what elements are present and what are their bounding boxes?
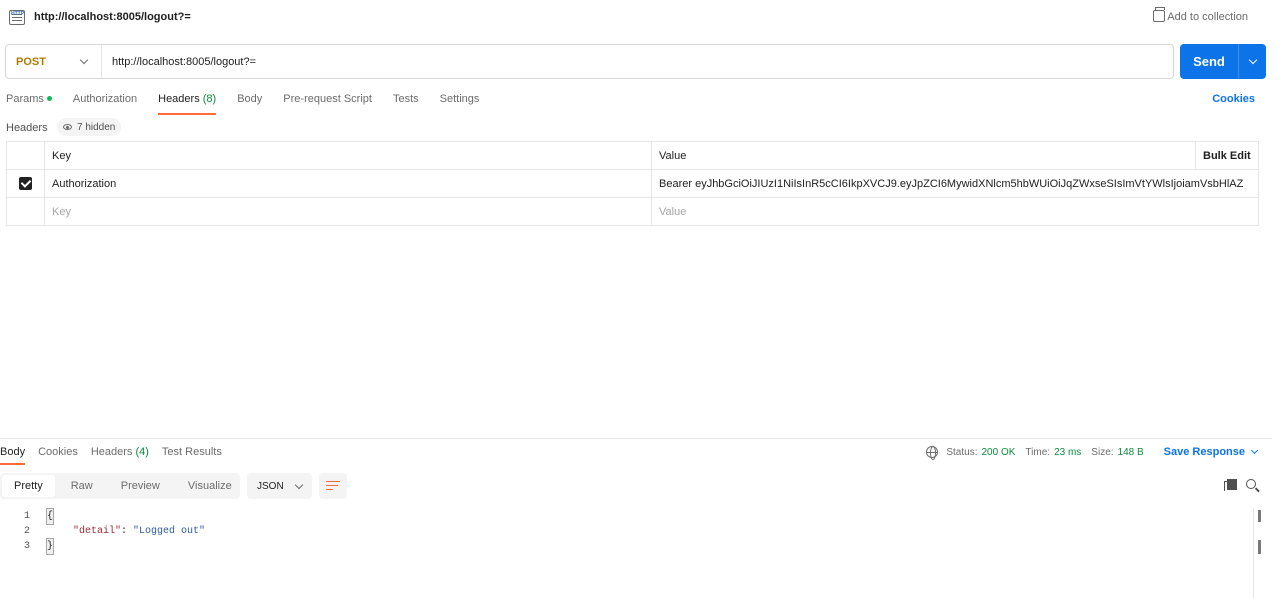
row-checkbox-cell	[6, 197, 45, 226]
request-tabs: Params Authorization Headers (8) Body Pr…	[6, 93, 500, 115]
response-time[interactable]: 23 ms	[1054, 447, 1081, 458]
key-column-header: Key	[44, 141, 652, 170]
checkbox-column-header	[6, 141, 45, 170]
headers-section-label: Headers	[6, 122, 48, 134]
tab-pre-request-script[interactable]: Pre-request Script	[283, 93, 372, 115]
search-icon[interactable]	[1246, 479, 1256, 489]
params-indicator-dot	[46, 95, 52, 101]
url-input[interactable]	[102, 45, 1173, 78]
cookies-link[interactable]: Cookies	[1212, 93, 1255, 105]
eye-icon	[63, 124, 72, 130]
send-dropdown-button[interactable]	[1238, 44, 1266, 79]
chevron-down-icon	[294, 480, 304, 489]
view-mode-visualize[interactable]: Visualize	[176, 475, 244, 497]
method-select[interactable]: POST	[6, 45, 102, 78]
response-tab-body[interactable]: Body	[0, 446, 26, 465]
method-label: POST	[16, 55, 46, 68]
view-mode-group: Pretty Raw Preview Visualize	[0, 473, 240, 499]
hidden-headers-toggle[interactable]: 7 hidden	[57, 118, 122, 136]
code-line: 1 {	[23, 508, 55, 525]
globe-icon[interactable]	[926, 446, 939, 460]
headers-count: (8)	[202, 93, 217, 105]
tab-params[interactable]: Params	[6, 93, 52, 115]
status-code[interactable]: 200 OK	[982, 447, 1016, 458]
wrap-lines-icon	[326, 481, 340, 491]
title-bar: HTTP http://localhost:8005/logout?= Add …	[0, 0, 1280, 36]
response-tab-headers[interactable]: Headers (4)	[91, 446, 149, 465]
response-status-area: Status: 200 OK Time: 23 ms Size: 148 B S…	[926, 446, 1259, 460]
chevron-down-icon	[79, 55, 89, 65]
json-key: "detail"	[73, 526, 122, 537]
send-button[interactable]: Send	[1180, 44, 1238, 79]
scrollbar-marker	[1258, 510, 1261, 522]
view-mode-pretty[interactable]: Pretty	[2, 475, 55, 497]
wrap-lines-button[interactable]	[319, 473, 347, 499]
view-mode-raw[interactable]: Raw	[59, 475, 105, 497]
add-to-collection-button[interactable]: Add to collection	[1167, 11, 1248, 23]
checkbox-icon[interactable]	[19, 177, 32, 190]
tab-tests[interactable]: Tests	[393, 93, 419, 115]
headers-table: Key Value Bulk Edit Authorization Bearer…	[6, 141, 1259, 226]
row-checkbox-cell	[6, 169, 45, 198]
table-row: Authorization Bearer eyJhbGciOiJIUzI1NiI…	[6, 169, 1259, 198]
table-row-new: Key Value	[6, 197, 1259, 226]
view-mode-preview[interactable]: Preview	[109, 475, 172, 497]
response-tab-cookies[interactable]: Cookies	[38, 446, 78, 465]
bulk-edit-button[interactable]: Bulk Edit	[1203, 150, 1251, 162]
response-size[interactable]: 148 B	[1118, 447, 1144, 458]
tab-settings[interactable]: Settings	[440, 93, 480, 115]
header-value-cell[interactable]: Bearer eyJhbGciOiJIUzI1NiIsInR5cCI6IkpXV…	[651, 169, 1259, 198]
tab-headers[interactable]: Headers (8)	[158, 93, 217, 115]
format-select[interactable]: JSON	[247, 473, 312, 499]
header-key-cell[interactable]: Authorization	[44, 169, 652, 198]
new-key-input[interactable]: Key	[44, 197, 652, 226]
new-value-input[interactable]: Value	[651, 197, 1259, 226]
add-collection-icon[interactable]	[1153, 7, 1165, 22]
url-bar: POST	[5, 44, 1174, 79]
chevron-down-icon	[1248, 55, 1257, 65]
copy-icon[interactable]	[1224, 479, 1237, 491]
response-divider[interactable]	[0, 438, 1272, 439]
bulk-edit-cell: Bulk Edit	[1195, 141, 1259, 170]
tab-body[interactable]: Body	[237, 93, 262, 115]
response-tabs: Body Cookies Headers (4) Test Results	[0, 446, 235, 465]
scrollbar-track[interactable]	[1253, 508, 1254, 598]
tab-authorization[interactable]: Authorization	[73, 93, 137, 115]
json-value: "Logged out"	[133, 526, 206, 537]
code-line: 3 }	[23, 538, 55, 555]
table-header-row: Key Value Bulk Edit	[6, 141, 1259, 170]
save-response-button[interactable]: Save Response	[1164, 446, 1259, 458]
response-tab-test-results[interactable]: Test Results	[162, 446, 222, 465]
value-column-header: Value	[651, 141, 1196, 170]
scrollbar-marker	[1258, 540, 1261, 554]
request-title[interactable]: http://localhost:8005/logout?=	[34, 11, 191, 23]
chevron-down-icon	[1250, 446, 1259, 455]
response-body-code[interactable]: 1 { 2 "detail": "Logged out" 3 }	[0, 508, 1250, 598]
http-icon: HTTP	[9, 10, 25, 25]
code-line: 2 "detail": "Logged out"	[23, 526, 206, 537]
